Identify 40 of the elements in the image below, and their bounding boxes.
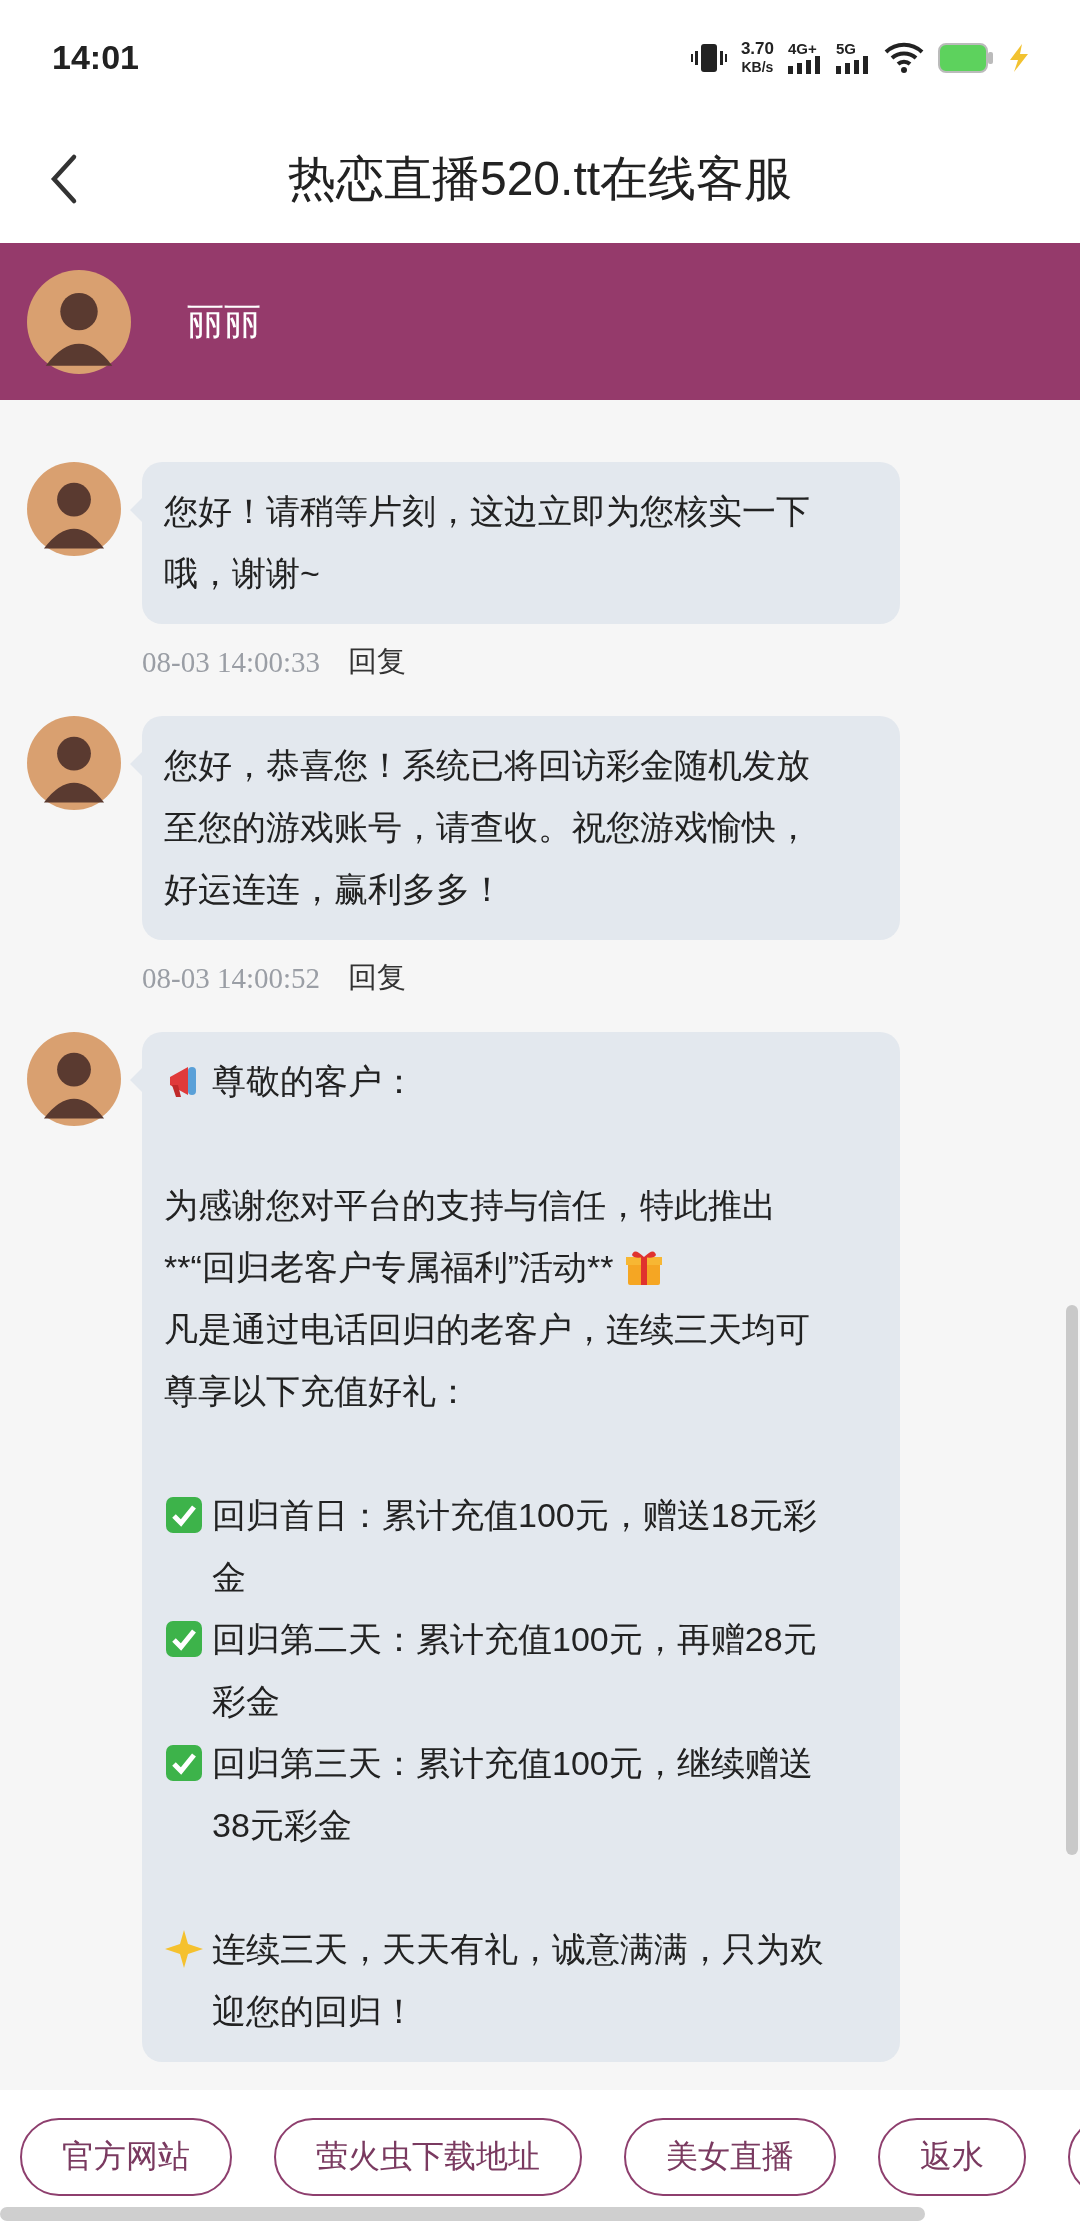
- avatar-icon: [27, 462, 121, 556]
- wifi-icon: [884, 41, 924, 74]
- message-text: **“回归老客户专属福利”活动**: [164, 1247, 614, 1288]
- agent-name: 丽丽: [187, 299, 261, 344]
- message-text: 凡是通过电话回归的老客户，连续三天均可尊享以下充值好礼：: [164, 1309, 811, 1412]
- status-time: 14:01: [52, 38, 139, 77]
- avatar-icon: [27, 269, 131, 374]
- avatar-icon: [27, 716, 121, 810]
- quick-link-chip[interactable]: 美女直播: [624, 2118, 836, 2196]
- battery-icon: [938, 42, 994, 73]
- back-icon: [50, 153, 78, 205]
- check-icon: [164, 1619, 204, 1659]
- avatar-icon: [27, 1032, 121, 1126]
- signal-icon: [836, 56, 870, 74]
- quick-link-chip[interactable]: 萤火虫下载地址: [274, 2118, 582, 2196]
- reply-link[interactable]: 回复: [348, 958, 407, 998]
- message-text: 回归首日：累计充值100元，赠送18元彩金: [212, 1495, 818, 1598]
- speed-value: 3.70: [740, 39, 774, 58]
- message-text: 回归第二天：累计充值100元，再赠28元彩金: [212, 1619, 818, 1722]
- check-icon: [164, 1495, 204, 1535]
- speed-unit: KB/s: [741, 57, 774, 76]
- message-text: 为感谢您对平台的支持与信任，特此推出: [164, 1185, 776, 1226]
- network-label: 4G+: [788, 41, 817, 56]
- message-time: 08-03 14:00:52: [142, 961, 321, 995]
- vibrate-icon: [690, 41, 727, 74]
- network-label: 5G: [836, 41, 856, 56]
- message-text: 您好，恭喜您！系统已将回访彩金随机发放至您的游戏账号，请查收。祝您游戏愉快，好运连连，赢利多多！: [164, 745, 811, 910]
- quick-link-chip[interactable]: 官方网站: [20, 2118, 232, 2196]
- quick-link-chip[interactable]: 返水: [878, 2118, 1026, 2196]
- signal-icon: [788, 56, 822, 74]
- star-icon: [164, 1929, 204, 1969]
- reply-link[interactable]: 回复: [348, 642, 407, 682]
- message-text: 回归第三天：累计充值100元，继续赠送38元彩金: [212, 1743, 814, 1846]
- page-title: 热恋直播520.tt在线客服: [287, 151, 793, 207]
- message-time: 08-03 14:00:33: [142, 645, 321, 679]
- message-text: 您好！请稍等片刻，这边立即为您核实一下哦，谢谢~: [164, 491, 811, 594]
- message-text: 尊敬的客户：: [212, 1061, 416, 1102]
- lightning-icon: [1008, 43, 1030, 72]
- check-icon: [164, 1743, 204, 1783]
- message-text: 连续三天，天天有礼，诚意满满，只为欢迎您的回归！: [212, 1929, 825, 2032]
